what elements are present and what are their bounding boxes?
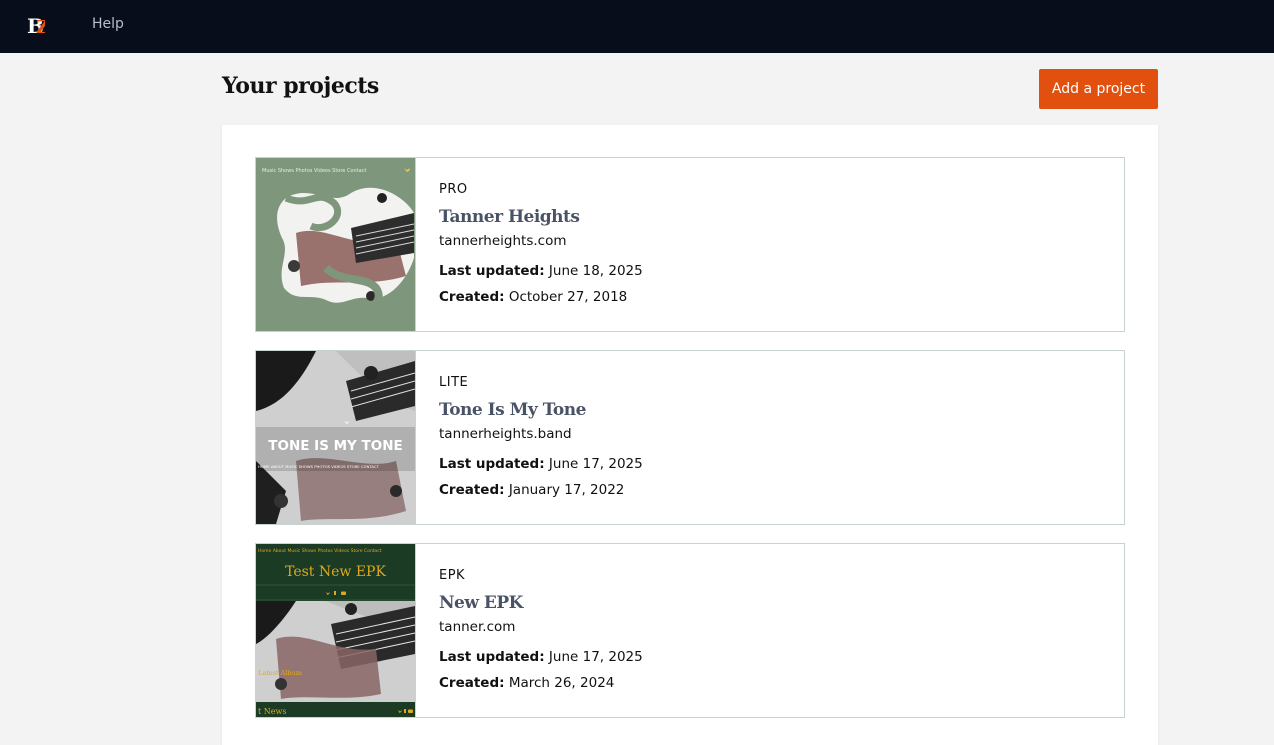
created-value: January 17, 2022 — [508, 482, 625, 498]
last-updated-label: Last updated: — [439, 649, 545, 665]
project-thumbnail[interactable]: TONE IS MY TONE HOME ABOUT MUSIC SHOWS P… — [256, 351, 416, 524]
facebook-icon — [334, 591, 336, 595]
created-date: Created: October 27, 2018 — [439, 289, 627, 305]
created-label: Created: — [439, 675, 505, 691]
page-title: Your projects — [222, 73, 379, 99]
last-updated-label: Last updated: — [439, 456, 545, 472]
project-domain: tannerheights.com — [439, 233, 567, 249]
last-updated: Last updated: June 17, 2025 — [439, 456, 643, 472]
top-navigation-bar: B Z Help — [0, 0, 1274, 53]
created-date: Created: January 17, 2022 — [439, 482, 624, 498]
projects-panel: Music Shows Photos Videos Store Contact — [222, 125, 1158, 745]
project-thumbnail[interactable]: Music Shows Photos Videos Store Contact — [256, 158, 416, 331]
project-card-new-epk[interactable]: Home About Music Shows Photos Videos Sto… — [255, 543, 1125, 718]
project-info: PRO Tanner Heights tannerheights.com Las… — [439, 158, 1124, 331]
created-label: Created: — [439, 289, 505, 305]
thumb-headline: TONE IS MY TONE — [268, 438, 402, 454]
thumb-album-label: Latest Album — [258, 669, 302, 677]
project-thumbnail-image: Home About Music Shows Photos Videos Sto… — [256, 544, 415, 717]
project-thumbnail-image: TONE IS MY TONE HOME ABOUT MUSIC SHOWS P… — [256, 351, 415, 524]
project-name[interactable]: New EPK — [439, 593, 523, 613]
thumb-headline: Test New EPK — [285, 564, 386, 580]
project-thumbnail[interactable]: Home About Music Shows Photos Videos Sto… — [256, 544, 416, 717]
youtube-icon — [341, 591, 346, 595]
project-card-tanner-heights[interactable]: Music Shows Photos Videos Store Contact — [255, 157, 1125, 332]
last-updated: Last updated: June 18, 2025 — [439, 263, 643, 279]
last-updated-value: June 18, 2025 — [548, 263, 643, 279]
project-name[interactable]: Tanner Heights — [439, 207, 580, 227]
plan-badge: LITE — [439, 375, 469, 390]
plan-badge: PRO — [439, 182, 468, 197]
last-updated-label: Last updated: — [439, 263, 545, 279]
project-name[interactable]: Tone Is My Tone — [439, 400, 586, 420]
thumb-news-label: t News — [258, 707, 286, 716]
add-project-button[interactable]: Add a project — [1039, 69, 1158, 109]
project-info: EPK New EPK tanner.com Last updated: Jun… — [439, 544, 1124, 717]
project-thumbnail-image: Music Shows Photos Videos Store Contact — [256, 158, 415, 331]
last-updated: Last updated: June 17, 2025 — [439, 649, 643, 665]
project-card-tone-is-my-tone[interactable]: TONE IS MY TONE HOME ABOUT MUSIC SHOWS P… — [255, 350, 1125, 525]
created-value: October 27, 2018 — [508, 289, 628, 305]
created-label: Created: — [439, 482, 505, 498]
project-domain: tannerheights.band — [439, 426, 572, 442]
last-updated-value: June 17, 2025 — [548, 456, 643, 472]
thumb-nav-text: HOME ABOUT MUSIC SHOWS PHOTOS VIDEOS STO… — [258, 464, 380, 469]
created-date: Created: March 26, 2024 — [439, 675, 614, 691]
youtube-icon — [408, 709, 413, 713]
help-link[interactable]: Help — [92, 16, 124, 32]
logo-icon[interactable]: B Z — [27, 14, 45, 36]
thumb-nav-text: Music Shows Photos Videos Store Contact — [262, 168, 366, 174]
facebook-icon — [404, 709, 406, 713]
plan-badge: EPK — [439, 568, 466, 583]
last-updated-value: June 17, 2025 — [548, 649, 643, 665]
svg-text:Z: Z — [36, 17, 45, 36]
thumb-nav-text: Home About Music Shows Photos Videos Sto… — [258, 548, 382, 554]
created-value: March 26, 2024 — [508, 675, 615, 691]
project-info: LITE Tone Is My Tone tannerheights.band … — [439, 351, 1124, 524]
project-domain: tanner.com — [439, 619, 516, 635]
